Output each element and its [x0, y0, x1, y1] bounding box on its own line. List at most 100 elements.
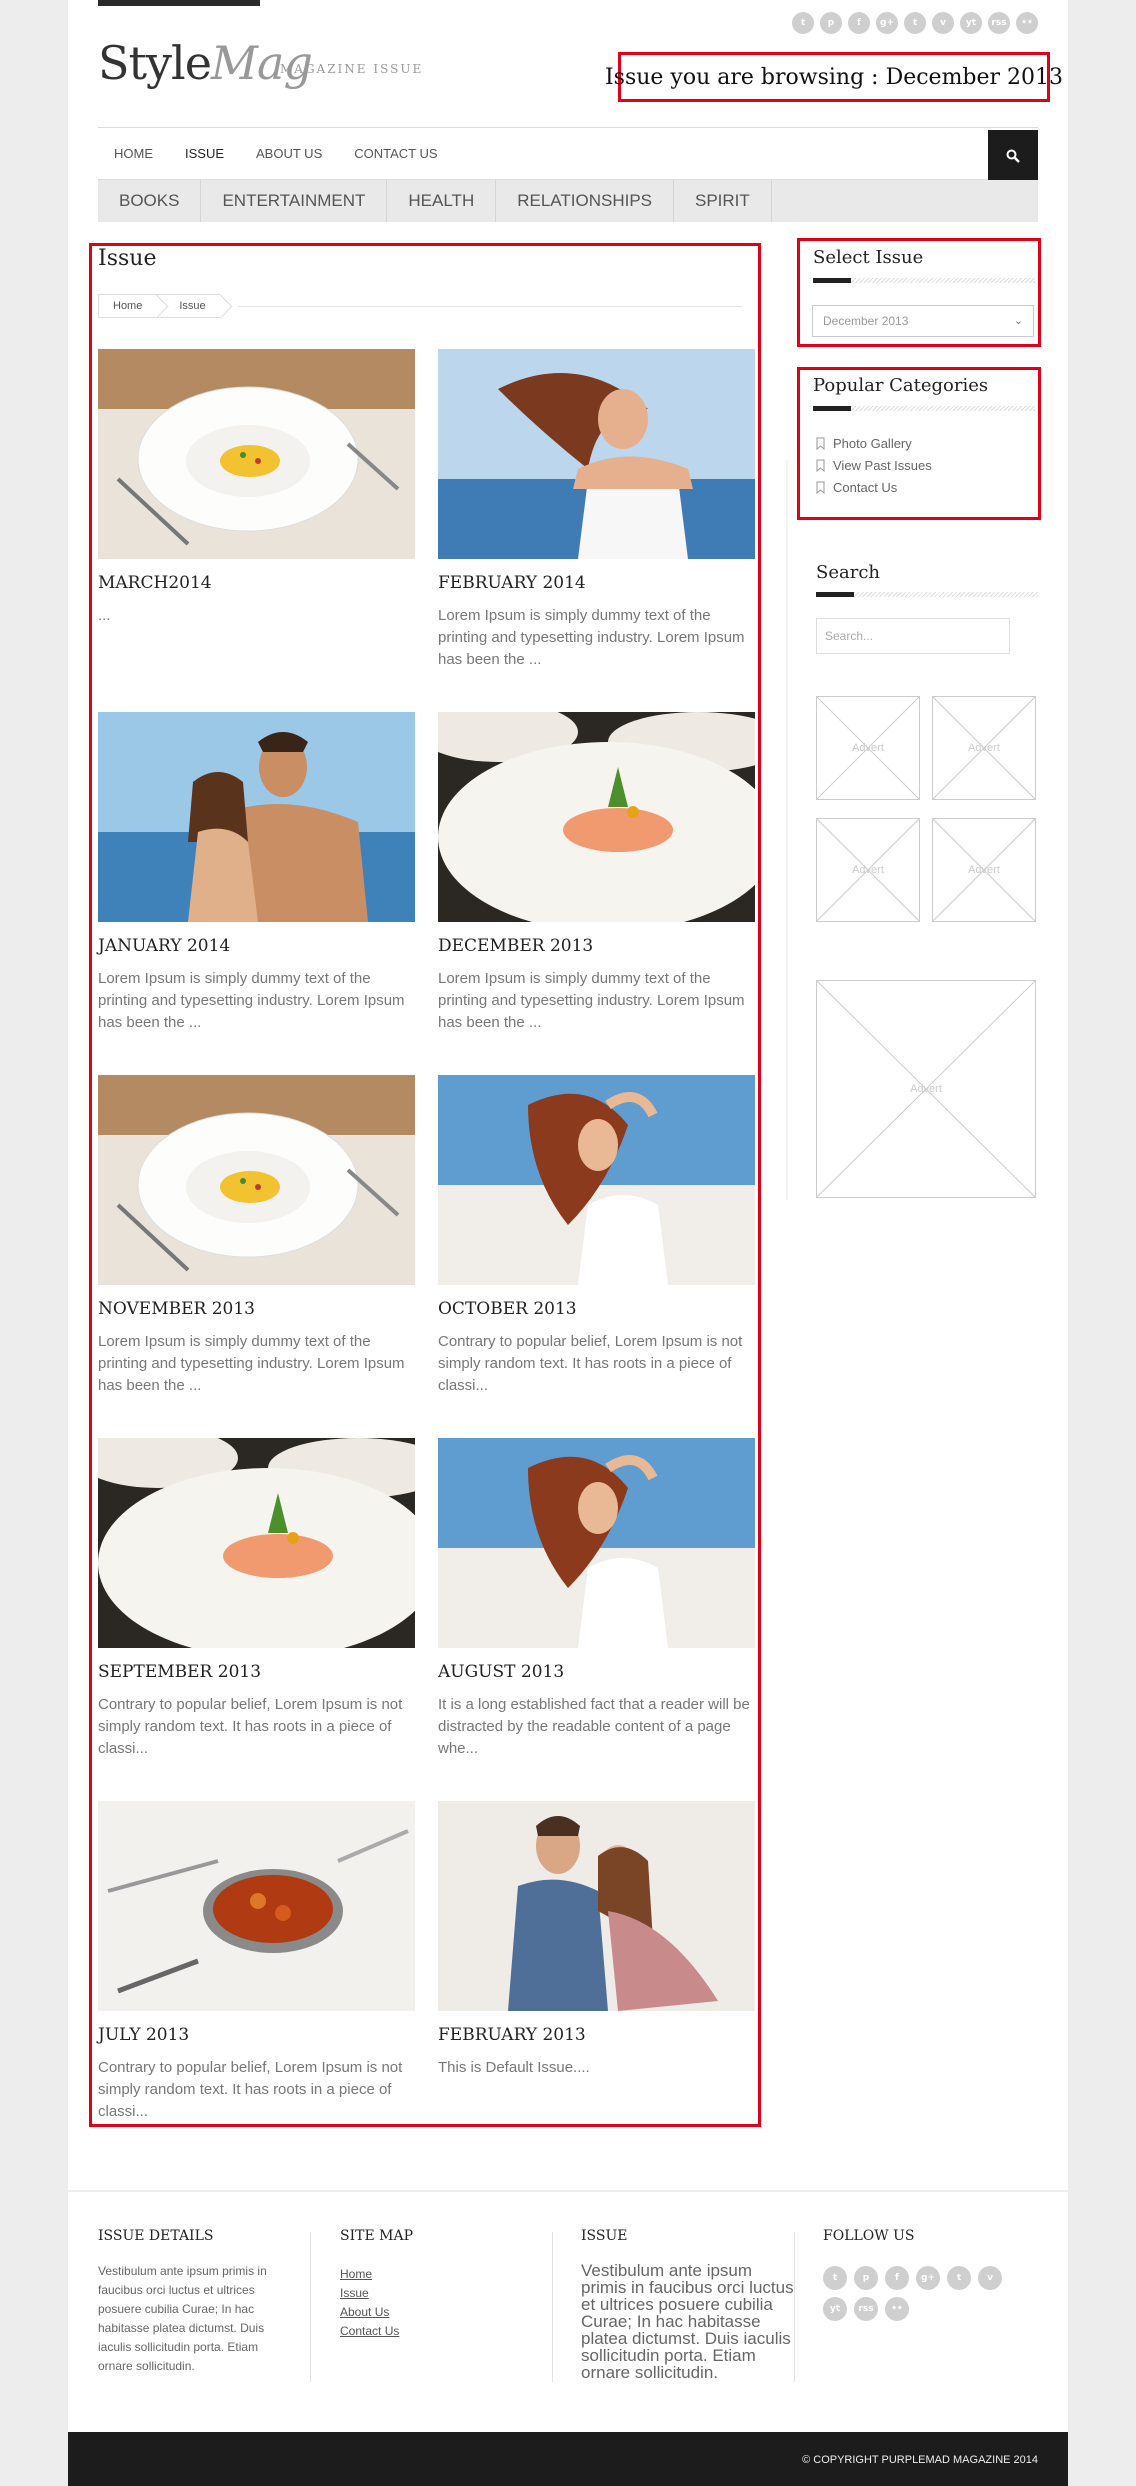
- issue-card-excerpt: ...: [98, 607, 111, 624]
- popular-item-photo-gallery[interactable]: Photo Gallery: [814, 432, 932, 454]
- footer-follow-title: FOLLOW US: [823, 2228, 915, 2244]
- twitter-icon[interactable]: t: [792, 12, 814, 34]
- issue-card[interactable]: AUGUST 2013 It is a long established fact…: [438, 1438, 755, 1760]
- issue-card-title[interactable]: FEBRUARY 2013: [438, 2025, 755, 2045]
- facebook-icon[interactable]: f: [848, 12, 870, 34]
- search-input[interactable]: Search...: [816, 618, 1010, 654]
- footer-separator: [310, 2232, 311, 2382]
- advert-placeholder[interactable]: Advert: [932, 818, 1036, 922]
- issue-card-excerpt: It is a long established fact that a rea…: [438, 1696, 750, 1757]
- footer-sitemap-links: Home Issue About Us Contact Us: [340, 2265, 399, 2341]
- issue-card[interactable]: JANUARY 2014 Lorem Ipsum is simply dummy …: [98, 712, 415, 1034]
- couple-sitting-image[interactable]: [438, 1801, 755, 2011]
- advert-label: Advert: [852, 864, 884, 876]
- breadcrumb-home[interactable]: Home: [98, 294, 157, 318]
- nav-divider-top: [98, 127, 1038, 128]
- pinterest-icon[interactable]: p: [820, 12, 842, 34]
- issue-card[interactable]: MARCH2014...: [98, 349, 415, 627]
- youtube-icon[interactable]: yt: [960, 12, 982, 34]
- woman-redhair-image[interactable]: [438, 1438, 755, 1648]
- flickr-icon[interactable]: ••: [1016, 12, 1038, 34]
- category-spirit[interactable]: SPIRIT: [674, 180, 772, 222]
- issue-card-excerpt: Lorem Ipsum is simply dummy text of the …: [438, 607, 745, 668]
- food-plate-image[interactable]: [98, 349, 415, 559]
- footer-link-issue[interactable]: Issue: [340, 2284, 399, 2303]
- footer-social-icons: t p f g+ t v yt rss ••: [823, 2266, 1013, 2321]
- rss-icon[interactable]: rss: [988, 12, 1010, 34]
- issue-select-value: December 2013: [823, 314, 909, 328]
- googleplus-icon[interactable]: g+: [876, 12, 898, 34]
- issue-card-title[interactable]: OCTOBER 2013: [438, 1299, 755, 1319]
- woman-beach-image[interactable]: [438, 349, 755, 559]
- browsing-issue-banner: Issue you are browsing : December 2013: [605, 52, 1063, 102]
- advert-placeholder[interactable]: Advert: [816, 818, 920, 922]
- issue-card[interactable]: DECEMBER 2013 Lorem Ipsum is simply dummy…: [438, 712, 755, 1034]
- pinterest-icon[interactable]: p: [854, 2266, 878, 2290]
- couple-beach-image[interactable]: [98, 712, 415, 922]
- food-plate-image[interactable]: [98, 1075, 415, 1285]
- category-entertainment[interactable]: ENTERTAINMENT: [201, 180, 388, 222]
- issue-card-excerpt: Contrary to popular belief, Lorem Ipsum …: [98, 2059, 403, 2120]
- issue-card[interactable]: FEBRUARY 2014 Lorem Ipsum is simply dummy…: [438, 349, 755, 671]
- issue-card-title[interactable]: MARCH2014: [98, 573, 415, 593]
- advert-placeholder[interactable]: Advert: [816, 696, 920, 800]
- top-accent-bar: [98, 0, 260, 6]
- popular-categories-title: Popular Categories: [813, 375, 989, 396]
- issue-select[interactable]: December 2013 ⌄: [812, 305, 1034, 337]
- woman-redhair-image[interactable]: [438, 1075, 755, 1285]
- issue-card-title[interactable]: FEBRUARY 2014: [438, 573, 755, 593]
- search-button[interactable]: [988, 130, 1038, 181]
- vimeo-icon[interactable]: v: [978, 2266, 1002, 2290]
- advert-placeholder[interactable]: Advert: [932, 696, 1036, 800]
- footer-issue-details-text: Vestibulum ante ipsum primis in faucibus…: [98, 2264, 267, 2373]
- issue-card[interactable]: JULY 2013 Contrary to popular belief, Lor…: [98, 1801, 415, 2123]
- youtube-icon[interactable]: yt: [823, 2297, 847, 2321]
- footer-link-home[interactable]: Home: [340, 2265, 399, 2284]
- footer-issue-details-title: ISSUE DETAILS: [98, 2228, 214, 2244]
- flickr-icon[interactable]: ••: [885, 2297, 909, 2321]
- popular-categories-rule: [813, 406, 1035, 411]
- facebook-icon[interactable]: f: [885, 2266, 909, 2290]
- issue-card-title[interactable]: JULY 2013: [98, 2025, 415, 2045]
- popular-item-contact-us[interactable]: Contact Us: [814, 476, 932, 498]
- salmon-plate-image[interactable]: [438, 712, 755, 922]
- issue-card[interactable]: SEPTEMBER 2013 Contrary to popular belief…: [98, 1438, 415, 1760]
- breadcrumb-rule: [238, 306, 742, 307]
- nav-item-about-us[interactable]: ABOUT US: [256, 146, 322, 161]
- nav-item-home[interactable]: HOME: [114, 146, 153, 161]
- issue-card[interactable]: OCTOBER 2013 Contrary to popular belief, …: [438, 1075, 755, 1397]
- nav-item-contact-us[interactable]: CONTACT US: [354, 146, 437, 161]
- vimeo-icon[interactable]: v: [932, 12, 954, 34]
- footer-link-contact-us[interactable]: Contact Us: [340, 2322, 399, 2341]
- issue-card-title[interactable]: NOVEMBER 2013: [98, 1299, 415, 1319]
- popular-categories-list: Photo Gallery View Past Issues Contact U…: [814, 432, 932, 498]
- footer-sitemap-title: SITE MAP: [340, 2228, 413, 2244]
- advert-placeholder[interactable]: Advert: [816, 980, 1036, 1198]
- breadcrumb: Home Issue: [98, 294, 220, 318]
- tumblr-icon[interactable]: t: [947, 2266, 971, 2290]
- category-relationships[interactable]: RELATIONSHIPS: [496, 180, 674, 222]
- primary-nav: HOME ISSUE ABOUT US CONTACT US: [98, 130, 1038, 181]
- issue-card[interactable]: FEBRUARY 2013 This is Default Issue....: [438, 1801, 755, 2079]
- issue-card-title[interactable]: SEPTEMBER 2013: [98, 1662, 415, 1682]
- popular-item-past-issues[interactable]: View Past Issues: [814, 454, 932, 476]
- bookmark-icon: [816, 459, 825, 472]
- issue-card-title[interactable]: JANUARY 2014: [98, 936, 415, 956]
- curry-dish-image[interactable]: [98, 1801, 415, 2011]
- tumblr-icon[interactable]: t: [904, 12, 926, 34]
- select-issue-title: Select Issue: [813, 247, 924, 268]
- site-tagline: MAGAZINE ISSUE: [280, 62, 424, 76]
- page: t p f g+ t v yt rss •• StyleMag MAGAZINE…: [68, 0, 1068, 2486]
- twitter-icon[interactable]: t: [823, 2266, 847, 2290]
- footer-link-about-us[interactable]: About Us: [340, 2303, 399, 2322]
- salmon-plate-image[interactable]: [98, 1438, 415, 1648]
- copyright-bar: © COPYRIGHT PURPLEMAD MAGAZINE 2014: [68, 2432, 1068, 2486]
- issue-card-title[interactable]: DECEMBER 2013: [438, 936, 755, 956]
- googleplus-icon[interactable]: g+: [916, 2266, 940, 2290]
- rss-icon[interactable]: rss: [854, 2297, 878, 2321]
- issue-card-title[interactable]: AUGUST 2013: [438, 1662, 755, 1682]
- category-health[interactable]: HEALTH: [387, 180, 497, 222]
- category-books[interactable]: BOOKS: [98, 180, 202, 222]
- nav-item-issue[interactable]: ISSUE: [185, 146, 224, 161]
- issue-card[interactable]: NOVEMBER 2013 Lorem Ipsum is simply dummy…: [98, 1075, 415, 1397]
